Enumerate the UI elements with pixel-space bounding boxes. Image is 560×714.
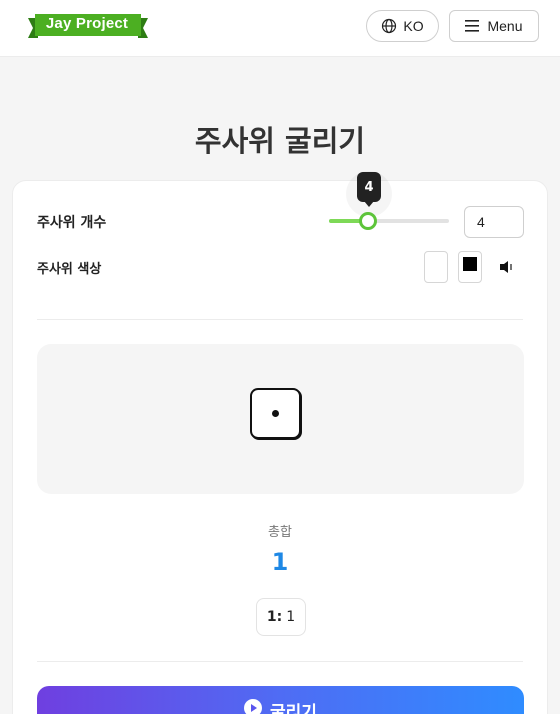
dice-count-input[interactable] <box>464 206 524 238</box>
top-header: Jay Project KO Menu <box>0 0 560 57</box>
sum-value: 1 <box>271 548 289 576</box>
menu-label: Menu <box>487 18 523 34</box>
logo-text: Jay Project <box>45 15 129 32</box>
dice-color-label: 주사위 색상 <box>37 262 102 277</box>
slider-value-tooltip: 4 <box>357 172 381 202</box>
language-button[interactable]: KO <box>366 10 439 42</box>
speaker-icon[interactable] <box>497 257 517 277</box>
hamburger-icon <box>465 20 480 32</box>
result-chip-value: 1 <box>286 609 296 625</box>
menu-button[interactable]: Menu <box>449 10 539 42</box>
globe-icon <box>382 18 397 34</box>
language-label: KO <box>403 18 424 34</box>
result-chip-key: 1: <box>266 609 283 625</box>
result-chip: 1: 1 <box>256 598 306 636</box>
dice-count-label: 주사위 개수 <box>37 215 107 231</box>
roll-label: 굴리기 <box>270 703 317 714</box>
die-pip <box>272 410 279 417</box>
play-icon <box>244 699 263 714</box>
color-swatch-white[interactable] <box>424 251 448 283</box>
settings-divider <box>37 319 523 320</box>
page-title: 주사위 굴리기 <box>194 124 366 158</box>
color-swatch-black[interactable] <box>458 251 482 283</box>
logo[interactable]: Jay Project <box>28 12 148 40</box>
black-swatch-fill <box>463 257 477 271</box>
result-divider <box>37 661 523 662</box>
sum-label: 총합 <box>268 525 292 540</box>
tooltip-arrow <box>364 201 374 207</box>
roll-button[interactable]: 굴리기 <box>37 686 524 714</box>
white-swatch-fill <box>429 257 443 271</box>
die-face-1 <box>250 388 301 439</box>
dice-count-slider-thumb[interactable] <box>359 212 377 230</box>
